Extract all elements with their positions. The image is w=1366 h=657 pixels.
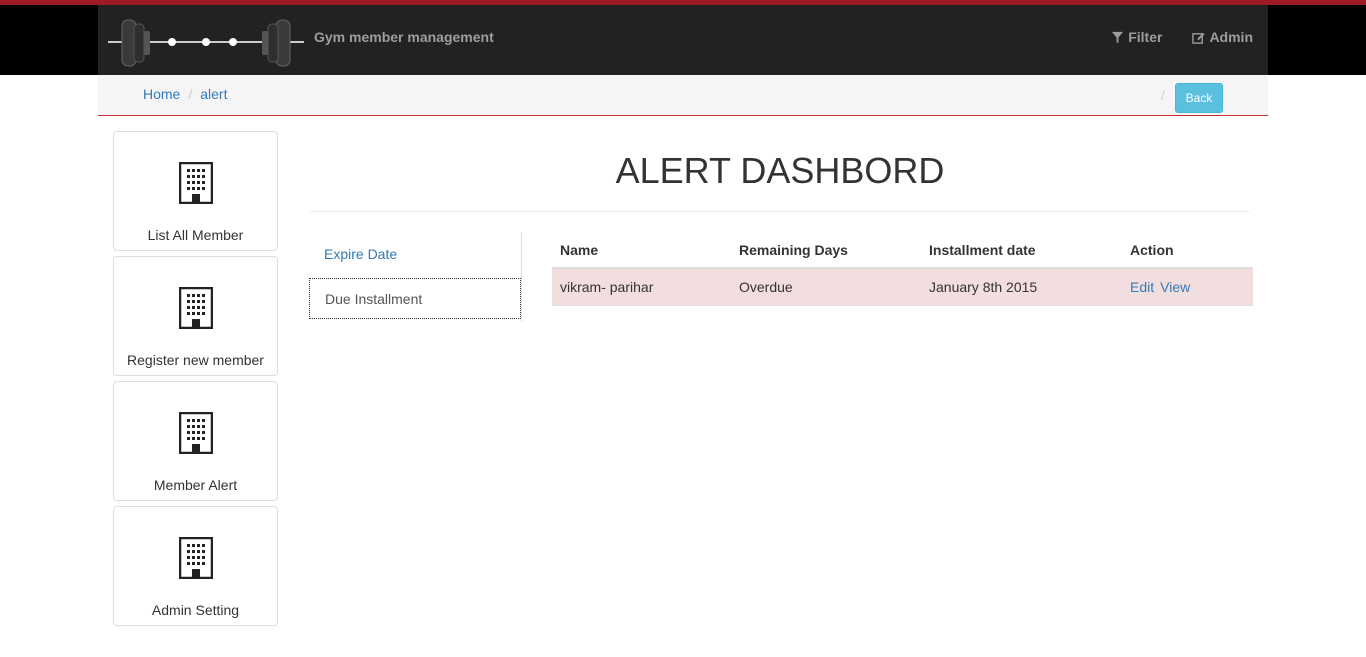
alert-table: Name Remaining Days Installment date Act… bbox=[552, 232, 1253, 306]
navbar: Gym member management Filter Admin bbox=[98, 5, 1268, 75]
sidebar-item-label: List All Member bbox=[147, 227, 244, 243]
building-icon bbox=[179, 162, 213, 204]
building-icon bbox=[179, 537, 213, 579]
column-header-installment-date: Installment date bbox=[929, 242, 1036, 258]
breadcrumb-separator: / bbox=[188, 86, 193, 102]
sidebar-item-admin-setting[interactable]: Admin Setting bbox=[113, 506, 278, 626]
sidebar-item-register-new-member[interactable]: Register new member bbox=[113, 256, 278, 376]
building-icon bbox=[179, 412, 213, 454]
table-row: vikram- parihar Overdue January 8th 2015… bbox=[552, 269, 1253, 306]
installment-date: January 8th 2015 bbox=[929, 279, 1038, 295]
filter-label: Filter bbox=[1128, 29, 1163, 45]
back-button[interactable]: Back bbox=[1175, 83, 1223, 113]
sidebar-item-member-alert[interactable]: Member Alert bbox=[113, 381, 278, 501]
admin-label: Admin bbox=[1209, 29, 1253, 45]
column-header-action: Action bbox=[1130, 242, 1174, 258]
tab-due-installment[interactable]: Due Installment bbox=[309, 278, 521, 319]
sidebar-item-label: Admin Setting bbox=[151, 602, 240, 618]
title-divider bbox=[310, 211, 1250, 212]
member-name: vikram- parihar bbox=[560, 279, 654, 295]
breadcrumb-separator: / bbox=[1161, 88, 1165, 103]
page-title: ALERT DASHBORD bbox=[615, 150, 945, 191]
building-icon bbox=[179, 287, 213, 329]
tab-expire-date[interactable]: Expire Date bbox=[309, 232, 521, 273]
breadcrumb: Home / alert / Back bbox=[98, 75, 1268, 116]
column-header-remaining-days: Remaining Days bbox=[739, 242, 848, 258]
breadcrumb-alert[interactable]: alert bbox=[200, 86, 227, 102]
filter-link[interactable]: Filter bbox=[1111, 29, 1162, 45]
sidebar-item-label: Register new member bbox=[127, 352, 264, 368]
sidebar-item-list-all-member[interactable]: List All Member bbox=[113, 131, 278, 251]
barbell-logo-icon[interactable] bbox=[106, 11, 306, 71]
remaining-days: Overdue bbox=[739, 279, 793, 295]
brand-title[interactable]: Gym member management bbox=[314, 29, 494, 45]
edit-icon bbox=[1192, 32, 1205, 44]
alert-tabs: Expire Date Due Installment bbox=[309, 232, 522, 322]
edit-link[interactable]: Edit bbox=[1130, 279, 1154, 295]
breadcrumb-home[interactable]: Home bbox=[143, 86, 180, 102]
sidebar-item-label: Member Alert bbox=[153, 477, 238, 493]
column-header-name: Name bbox=[560, 242, 599, 258]
admin-link[interactable]: Admin bbox=[1192, 29, 1253, 45]
view-link[interactable]: View bbox=[1160, 279, 1190, 295]
table-header: Name Remaining Days Installment date Act… bbox=[552, 232, 1253, 269]
filter-icon bbox=[1112, 31, 1124, 43]
row-actions: Edit View bbox=[1130, 279, 1196, 295]
